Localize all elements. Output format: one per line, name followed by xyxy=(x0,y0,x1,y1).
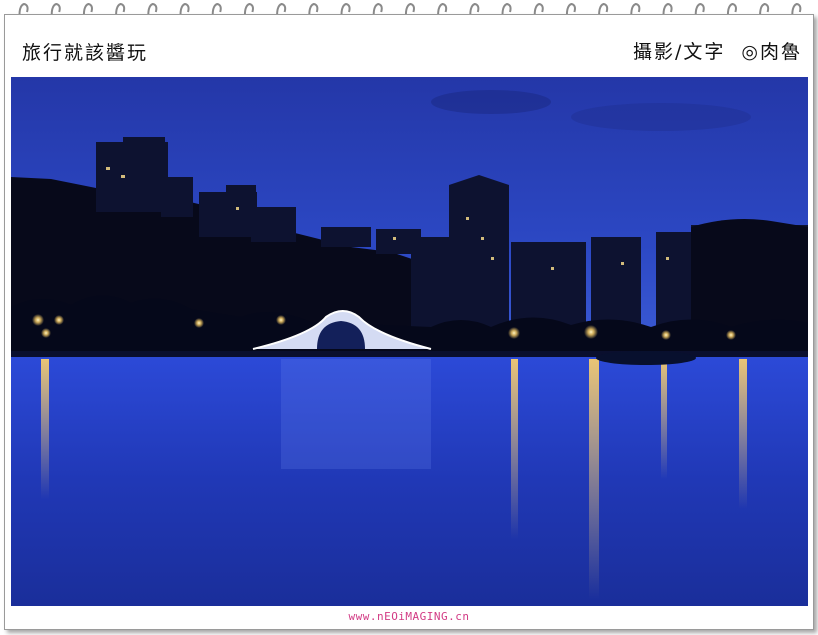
watermark: www.nEOiMAGING.cn xyxy=(348,610,470,623)
small-island xyxy=(596,351,696,365)
photo-credit: 攝影/文字 ◎肉魯 xyxy=(632,41,802,63)
page-title: 旅行就該醬玩 xyxy=(22,42,149,64)
night-lake-photo xyxy=(11,77,808,606)
